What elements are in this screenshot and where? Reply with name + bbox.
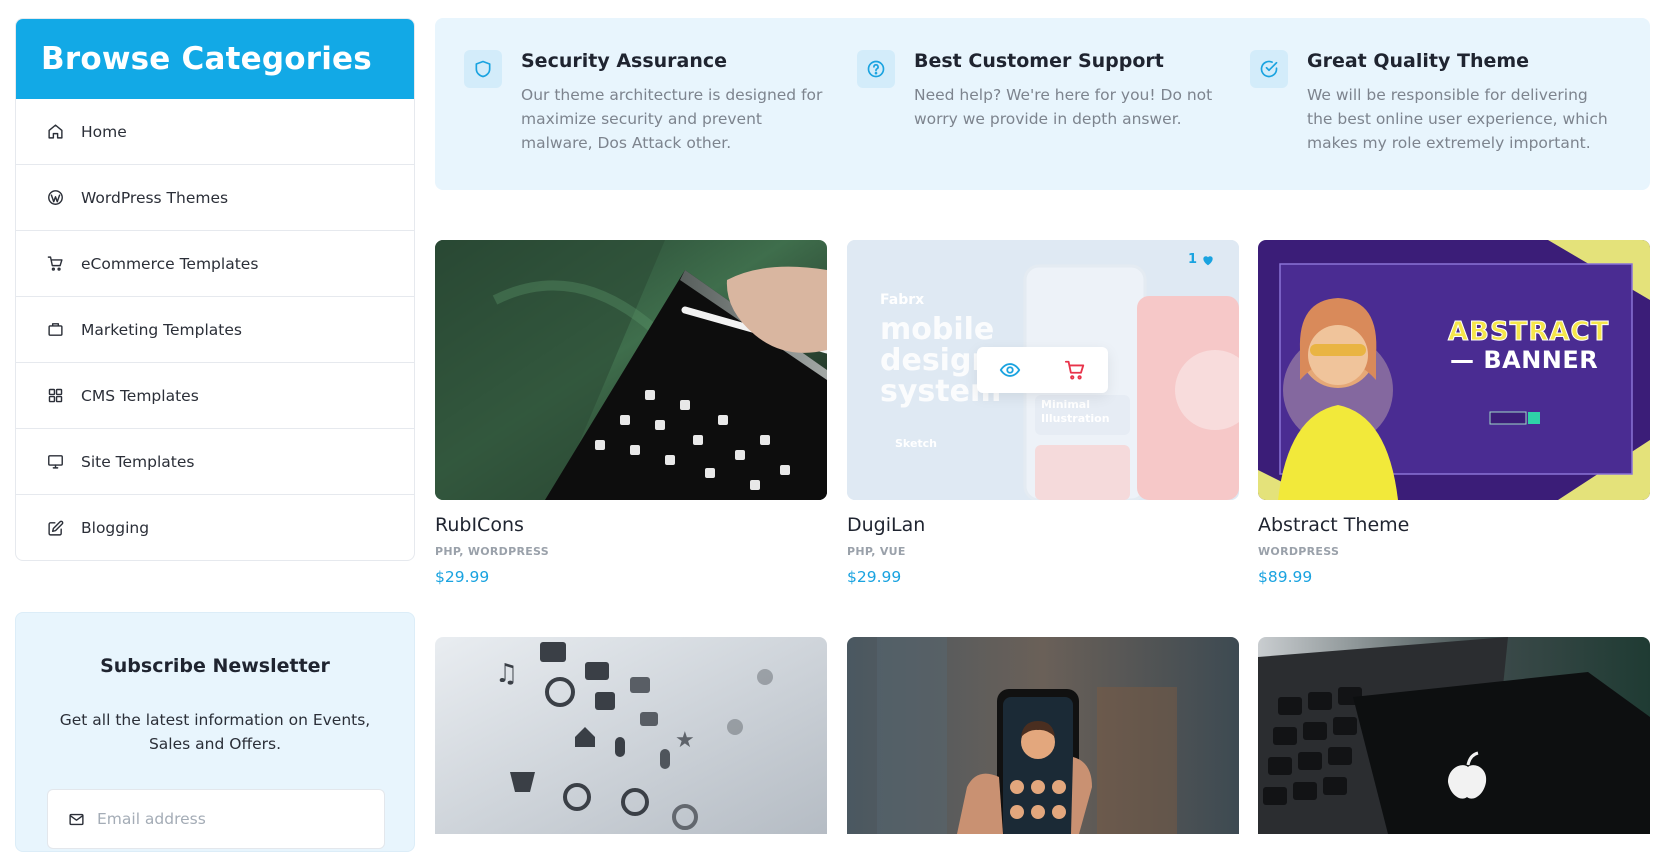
product-tags: PHP, VUE [847, 545, 906, 558]
cart-icon [46, 255, 64, 273]
preview-button[interactable] [977, 347, 1043, 393]
product-tags: WORDPRESS [1258, 545, 1340, 558]
feature-quality: Great Quality Theme We will be responsib… [1250, 48, 1620, 155]
preview-subline: — BANNER [1450, 346, 1599, 374]
preview-card-text: Minimal Illustration [1041, 398, 1110, 426]
sidebar-item-cms-templates[interactable]: CMS Templates [16, 363, 414, 429]
features-banner: Security Assurance Our theme architectur… [435, 18, 1650, 190]
product-image[interactable] [1258, 637, 1650, 834]
sidebar-item-home[interactable]: Home [16, 99, 414, 165]
categories-title: Browse Categories [41, 41, 372, 77]
heart-icon [1203, 255, 1213, 265]
feature-support: Best Customer Support Need help? We're h… [857, 48, 1227, 131]
product-title[interactable]: Abstract Theme [1258, 514, 1650, 536]
preview-footer-text: Sketch [895, 437, 938, 450]
iphone-laptop-image [1258, 637, 1650, 834]
product-image[interactable]: ♫ ★ [435, 637, 827, 834]
sidebar-item-label: Site Templates [81, 452, 195, 471]
feature-text: Need help? We're here for you! Do not wo… [914, 86, 1213, 128]
check-circle-icon [1250, 50, 1288, 88]
product-price: $29.99 [435, 568, 490, 586]
product-card[interactable]: Fabrx mobile design system Minimal Illus… [847, 240, 1239, 586]
feature-title: Best Customer Support [914, 50, 1164, 72]
category-list: Home WordPress Themes eCommerce Template… [16, 99, 414, 560]
product-card[interactable] [1258, 637, 1650, 834]
svg-text:♫: ♫ [495, 659, 518, 689]
feature-title: Great Quality Theme [1307, 50, 1530, 72]
product-card[interactable]: ♫ ★ [435, 637, 827, 834]
product-quick-actions [977, 347, 1108, 393]
preview-card-line: Minimal [1041, 398, 1090, 411]
product-card[interactable]: RubICons PHP, WORDPRESS $29.99 [435, 240, 827, 586]
feature-text: Our theme architecture is designed for m… [521, 86, 823, 152]
sidebar-item-label: WordPress Themes [81, 188, 229, 207]
edit-icon [46, 519, 64, 537]
product-card[interactable] [847, 637, 1239, 834]
add-to-cart-button[interactable] [1043, 347, 1109, 393]
sidebar-item-wordpress-themes[interactable]: WordPress Themes [16, 165, 414, 231]
sidebar-item-marketing-templates[interactable]: Marketing Templates [16, 297, 414, 363]
home-icon [46, 123, 64, 141]
like-counter[interactable]: 1 [1188, 252, 1215, 267]
sidebar-item-site-templates[interactable]: Site Templates [16, 429, 414, 495]
product-image[interactable]: Fabrx mobile design system Minimal Illus… [847, 240, 1239, 500]
product-title[interactable]: DugiLan [847, 514, 1239, 536]
eye-icon [999, 363, 1020, 377]
product-tags: PHP, WORDPRESS [435, 545, 550, 558]
wordpress-icon [46, 189, 64, 207]
cart-icon [1065, 360, 1085, 380]
sidebar-item-label: Home [81, 122, 127, 141]
preview-brand: Fabrx [880, 292, 925, 308]
briefcase-icon [46, 321, 64, 339]
preview-card-line: Illustration [1041, 412, 1110, 425]
grid-icon [46, 387, 64, 405]
categories-header: Browse Categories [16, 19, 414, 99]
email-field[interactable] [47, 789, 385, 849]
sidebar-item-blogging[interactable]: Blogging [16, 495, 414, 560]
sidebar-item-label: Marketing Templates [81, 320, 242, 339]
sidebar-item-label: CMS Templates [81, 386, 199, 405]
newsletter-panel: Subscribe Newsletter Get all the latest … [15, 612, 415, 852]
newsletter-text: Get all the latest information on Events… [59, 711, 371, 753]
sidebar-item-ecommerce-templates[interactable]: eCommerce Templates [16, 231, 414, 297]
tablet-photo-image [435, 240, 827, 500]
like-count: 1 [1187, 252, 1197, 267]
product-price: $29.99 [847, 568, 902, 586]
monitor-icon [46, 453, 64, 471]
product-image[interactable] [435, 240, 827, 500]
product-image[interactable] [847, 637, 1239, 834]
sidebar-item-label: eCommerce Templates [81, 254, 259, 273]
help-circle-icon [857, 50, 895, 88]
preview-headline: ABSTRACT [1447, 317, 1610, 348]
phone-memoji-image [847, 637, 1239, 834]
icons-paper-image: ♫ ★ [435, 637, 827, 834]
sidebar-item-label: Blogging [81, 519, 150, 537]
product-card[interactable]: ABSTRACT — BANNER Abstract Theme WORDPRE… [1258, 240, 1650, 586]
categories-panel: Browse Categories Home WordPress Themes … [15, 18, 415, 561]
svg-text:★: ★ [675, 728, 695, 753]
feature-security: Security Assurance Our theme architectur… [464, 48, 834, 155]
product-image[interactable]: ABSTRACT — BANNER [1258, 240, 1650, 500]
product-title[interactable]: RubICons [435, 514, 827, 536]
email-input[interactable] [97, 810, 357, 828]
feature-text: We will be responsible for delivering th… [1307, 86, 1608, 152]
shield-icon [464, 50, 502, 88]
product-price: $89.99 [1258, 568, 1313, 586]
feature-title: Security Assurance [521, 50, 728, 72]
newsletter-title: Subscribe Newsletter [100, 655, 330, 677]
mail-icon [69, 813, 84, 825]
preview-headline-line: mobile [880, 312, 995, 347]
